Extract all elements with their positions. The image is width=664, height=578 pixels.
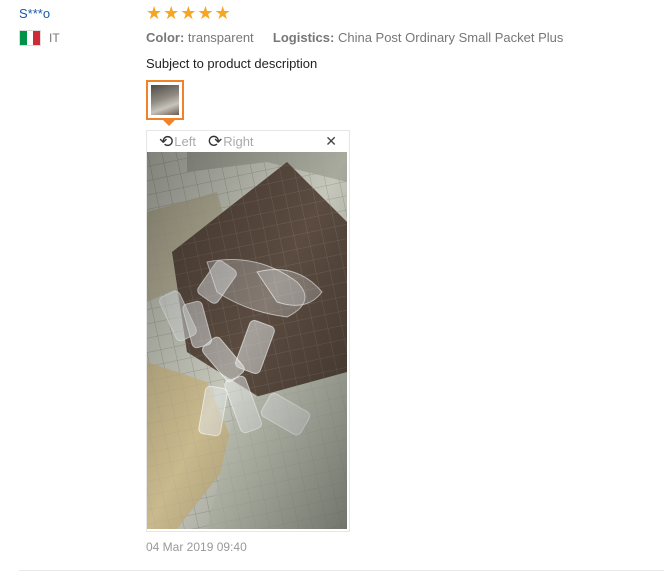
- viewer-toolbar: ⟲ Left ⟳ Right ✕: [147, 131, 349, 152]
- rotate-left-button[interactable]: ⟲ Left: [159, 131, 196, 151]
- review-divider: [19, 570, 664, 571]
- reviewer-country: IT: [19, 30, 129, 46]
- rotate-right-button[interactable]: ⟳ Right: [207, 131, 254, 151]
- close-icon[interactable]: ✕: [325, 133, 337, 150]
- review-text: Subject to product description: [146, 56, 318, 71]
- star-icon: ★: [146, 3, 163, 23]
- order-attributes: Color: transparent Logistics: China Post…: [146, 29, 646, 47]
- color-label: Color:: [146, 30, 185, 45]
- rotate-right-label: Right: [223, 134, 254, 149]
- star-icon: ★: [180, 3, 197, 23]
- rotate-left-icon: ⟲: [159, 131, 174, 151]
- photo-image: [147, 152, 347, 529]
- color-value: transparent: [187, 30, 254, 45]
- star-icon: ★: [197, 3, 214, 23]
- reviewer-name[interactable]: S***o: [19, 5, 129, 23]
- star-icon: ★: [163, 3, 180, 23]
- review-date: 04 Mar 2019 09:40: [146, 540, 247, 554]
- italy-flag-icon: [19, 30, 41, 46]
- review-body: ★ ★ ★ ★ ★ Color: transparent Logistics: …: [146, 3, 646, 73]
- thumbnail-pointer: [163, 120, 175, 126]
- star-rating: ★ ★ ★ ★ ★: [146, 3, 646, 23]
- rotate-right-icon: ⟳: [207, 131, 223, 151]
- logistics-value: China Post Ordinary Small Packet Plus: [337, 30, 564, 45]
- photo-viewer: ⟲ Left ⟳ Right ✕: [146, 130, 350, 532]
- review-photo-thumbnail[interactable]: [146, 80, 184, 120]
- rotate-left-label: Left: [174, 134, 196, 149]
- logistics-label: Logistics:: [272, 30, 335, 45]
- review-photo: [147, 152, 347, 529]
- star-icon: ★: [214, 3, 231, 23]
- thumbnail-image: [151, 85, 179, 115]
- reviewer-info: S***o IT: [19, 5, 129, 46]
- country-code: IT: [49, 31, 60, 45]
